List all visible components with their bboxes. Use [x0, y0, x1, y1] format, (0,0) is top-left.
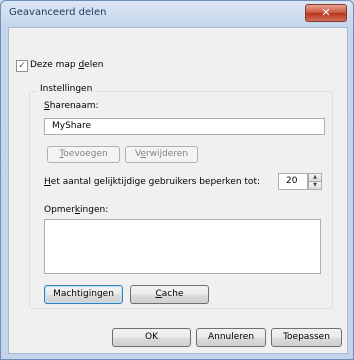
advanced-sharing-window: Geavanceerd delen ✕ ✓ Deze map delen Ins… [0, 0, 354, 360]
comments-textarea[interactable] [44, 219, 321, 274]
user-limit-down-button[interactable]: ▼ [308, 181, 322, 190]
permissions-button[interactable]: Machtigingen [44, 285, 123, 304]
user-limit-label: Het aantal gelijktijdige gebruikers bepe… [44, 177, 261, 187]
sharename-input[interactable]: MyShare [44, 118, 325, 135]
settings-group-label: Instellingen [37, 84, 96, 94]
share-folder-label[interactable]: Deze map delen [30, 60, 103, 70]
window-title: Geavanceerd delen [9, 7, 107, 18]
close-button[interactable]: ✕ [305, 4, 347, 22]
ok-button[interactable]: OK [112, 328, 191, 347]
add-button[interactable]: Toevoegen [47, 146, 120, 163]
close-icon: ✕ [321, 6, 331, 19]
apply-button[interactable]: Toepassen [271, 328, 342, 347]
checkmark-icon: ✓ [18, 61, 26, 71]
cancel-button[interactable]: Annuleren [196, 328, 266, 347]
arrow-up-icon: ▲ [313, 174, 317, 180]
user-limit-input[interactable]: 20 [278, 173, 308, 190]
title-bar[interactable]: Geavanceerd delen ✕ [1, 1, 353, 27]
comments-label: Opmerkingen: [44, 205, 109, 215]
arrow-down-icon: ▼ [313, 182, 317, 188]
cache-button[interactable]: Cache [130, 285, 209, 304]
sharename-label: Sharenaam: [44, 101, 99, 111]
share-folder-checkbox[interactable]: ✓ [16, 60, 28, 72]
remove-button[interactable]: Verwijderen [125, 146, 198, 163]
